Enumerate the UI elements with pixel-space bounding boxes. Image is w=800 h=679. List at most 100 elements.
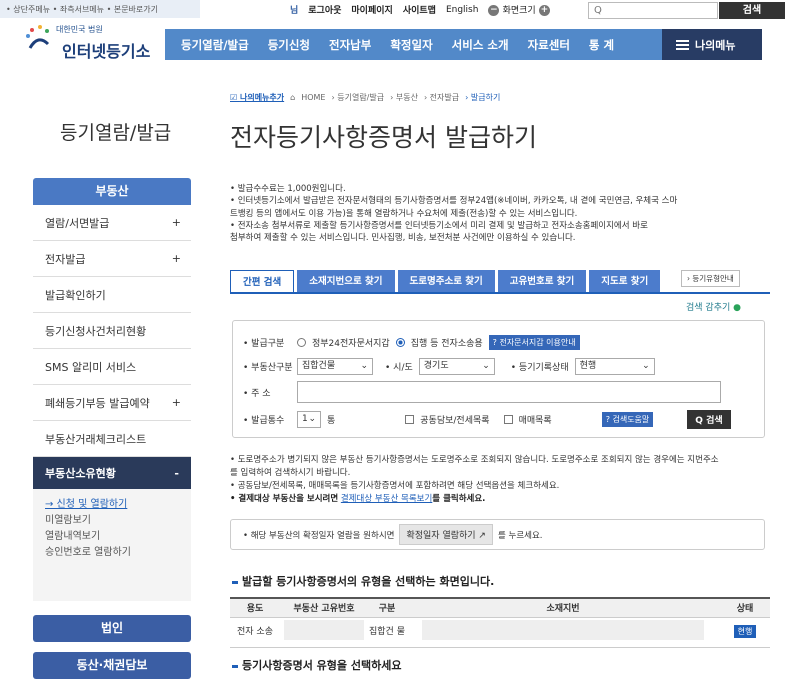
radio-gov24-label: 정부24전자문서지갑: [312, 339, 390, 349]
side-item-e-issue[interactable]: 전자발급 +: [33, 241, 191, 277]
wallet-guide-button[interactable]: ? 전자문서지갑 이용안내: [488, 335, 580, 350]
address-row: • 주 소: [243, 381, 721, 403]
payment-list-link[interactable]: 결제대상 부동산 목록보기: [341, 494, 432, 504]
side-item-view-issue[interactable]: 열람/서면발급 +: [33, 205, 191, 241]
tab-lot-number[interactable]: 소재지번으로 찾기: [297, 270, 395, 293]
address-input[interactable]: [297, 381, 721, 403]
breadcrumb-real-estate[interactable]: › 부동산: [390, 92, 418, 103]
chevron-down-icon: ⌄: [308, 414, 316, 424]
status-badge[interactable]: 현행: [733, 625, 757, 638]
side-head-real-estate[interactable]: 부동산: [33, 178, 191, 205]
joint-collateral-checkbox[interactable]: [405, 415, 415, 424]
radio-e-litigation[interactable]: [395, 338, 405, 347]
side-button-corporation[interactable]: 법인: [33, 615, 191, 642]
notice-list-2: • 도로명주소가 병기되지 않은 부동산 등기사항증명서는 도로명주소로 조회되…: [230, 454, 770, 506]
joint-collateral-label: 공동담보/전세목록: [420, 416, 490, 426]
notice-item: 트뱅킹 등의 앱에서도 이용 가능)을 통해 열람하거나 수요처에 제출(전송)…: [230, 208, 578, 219]
side-sub-list: → 신청 및 열람하기 미열람보기 열람내역보기 승인번호로 열람하기: [33, 489, 191, 601]
sido-select[interactable]: 경기도 ⌄: [418, 358, 495, 375]
cell-unique-number: [280, 617, 368, 648]
count-unit: 통: [327, 416, 336, 426]
search-help-button[interactable]: ? 검색도움말: [601, 412, 654, 427]
record-status-select[interactable]: 현행 ⌄: [574, 358, 655, 375]
section-title: 발급할 등기사항증명서의 유형을 선택하는 화면입니다.: [232, 573, 494, 589]
nav-item-payment[interactable]: 전자납부: [329, 37, 371, 53]
collapse-circle-icon: ●: [733, 303, 741, 313]
breadcrumb-view-issue[interactable]: › 등기열람/발급: [332, 92, 385, 103]
col-status: 상태: [720, 597, 770, 618]
side-item-status[interactable]: 등기신청사건처리현황: [33, 313, 191, 349]
side-item-ownership[interactable]: 부동산소유현황 -: [33, 457, 191, 489]
breadcrumb-current: › 발급하기: [465, 93, 501, 102]
radio-gov24[interactable]: [297, 338, 306, 347]
sale-list-checkbox[interactable]: [503, 415, 513, 424]
tab-road-address[interactable]: 도로명주소로 찾기: [397, 270, 495, 293]
tab-unique-number[interactable]: 고유번호로 찾기: [497, 270, 587, 293]
logout-link[interactable]: 로그아웃: [308, 3, 341, 16]
filter-row: • 부동산구분 집합건물 ⌄ • 시/도 경기도 ⌄ • 등기기록상태 현행 ⌄: [243, 358, 655, 375]
cell-type: 집합건 물: [368, 617, 406, 648]
sub-item-history[interactable]: 열람내역보기: [45, 529, 179, 545]
search-input[interactable]: Q: [588, 2, 718, 19]
skip-links[interactable]: • 상단주메뉴 • 좌측서브메뉴 • 본문바로가기: [0, 0, 200, 18]
notice-item: • 인터넷등기소에서 발급받은 전자문서형태의 등기사항증명서를 정부24앱(※…: [230, 196, 678, 207]
nav-item-view-issue[interactable]: 등기열람/발급: [181, 37, 249, 53]
sub-item-unread[interactable]: 미열람보기: [45, 513, 179, 529]
fixed-date-button[interactable]: 확정일자 열람하기 ↗: [399, 524, 493, 545]
zoom-minus-icon[interactable]: −: [488, 5, 500, 16]
sitemap-link[interactable]: 사이트맵: [403, 3, 436, 16]
notice-item: • 도로명주소가 병기되지 않은 부동산 등기사항증명서는 도로명주소로 조회되…: [230, 455, 719, 465]
nav-item-stats[interactable]: 통 계: [589, 37, 614, 53]
form-search-button[interactable]: Q 검색: [687, 410, 731, 429]
my-menu-button[interactable]: 나의메뉴: [662, 29, 762, 60]
notice-item: • 공동담보/전세목록, 매매목록을 등기사항증명서에 포함하려면 해당 선택옵…: [230, 481, 560, 491]
side-item-checklist[interactable]: 부동산거래체크리스트: [33, 421, 191, 457]
zoom-plus-icon[interactable]: +: [538, 5, 550, 16]
home-icon: ⌂: [290, 93, 296, 102]
search-toggle[interactable]: 검색 감추기 ●: [686, 300, 741, 313]
mypage-link[interactable]: 마이페이지: [351, 3, 392, 16]
expand-icon: +: [171, 216, 181, 229]
tab-map[interactable]: 지도로 찾기: [589, 270, 661, 293]
sub-item-approval[interactable]: 승인번호로 열람하기: [45, 545, 179, 561]
tab-simple-search[interactable]: 간편 검색: [230, 270, 295, 293]
side-item-verify[interactable]: 발급확인하기: [33, 277, 191, 313]
zoom-label: 화면크기: [502, 6, 536, 16]
nav-item-fixed-date[interactable]: 확정일자: [390, 37, 432, 53]
logo-title[interactable]: 인터넷등기소: [62, 38, 150, 62]
property-type-select[interactable]: 집합건물 ⌄: [297, 358, 373, 375]
notice-item: • 전자소송 첨부서류로 제출할 등기사항증명서를 인터넷등기소에서 미리 결제…: [230, 220, 648, 231]
property-type-label: • 부동산구분: [243, 363, 293, 373]
search-button[interactable]: 검색: [719, 2, 785, 19]
count-label: • 발급통수: [243, 416, 285, 426]
court-logo-icon[interactable]: [22, 22, 54, 54]
address-label: • 주 소: [243, 388, 271, 399]
table-row[interactable]: 전자 소송 집합건 물 현행: [230, 617, 770, 648]
col-unique-number: 부동산 고유번호: [280, 597, 368, 618]
notice-item: • 결제대상 부동산을 보시려면 결제대상 부동산 목록보기를 클릭하세요.: [230, 494, 486, 504]
side-item-sms[interactable]: SMS 알리미 서비스: [33, 349, 191, 385]
nav-item-resources[interactable]: 자료센터: [528, 37, 570, 53]
page-title: 전자등기사항증명서 발급하기: [230, 123, 537, 152]
tab-divider: [230, 292, 770, 294]
col-address: 소재지번: [406, 597, 720, 618]
notice-list: • 발급수수료는 1,000원입니다. • 인터넷등기소에서 발급받은 전자문서…: [230, 183, 770, 244]
breadcrumb-e-issue[interactable]: › 전자발급: [424, 92, 459, 103]
section-title-2: 등기사항증명서 유형을 선택하세요: [232, 657, 401, 673]
zoom-control: − 화면크기 +: [488, 3, 550, 16]
count-select[interactable]: 1 ⌄: [297, 411, 321, 428]
add-my-menu-link[interactable]: ☑ 나의메뉴추가: [230, 92, 284, 103]
menu-icon: [676, 39, 689, 50]
sub-item-apply-view[interactable]: → 신청 및 열람하기: [45, 497, 179, 513]
utility-bar: 님 로그아웃 마이페이지 사이트맵 English − 화면크기 +: [290, 3, 550, 16]
registration-type-guide-button[interactable]: › 등기유형안내: [681, 270, 740, 287]
breadcrumb-home[interactable]: HOME: [301, 93, 325, 102]
notice-item: 를 입력하여 검색하시기 바랍니다.: [230, 468, 351, 478]
nav-item-service[interactable]: 서비스 소개: [452, 37, 509, 53]
notice-item: • 발급수수료는 1,000원입니다.: [230, 184, 346, 194]
side-title: 등기열람/발급: [60, 122, 172, 144]
nav-item-apply[interactable]: 등기신청: [268, 37, 310, 53]
english-link[interactable]: English: [446, 5, 479, 15]
side-item-closed-reservation[interactable]: 폐쇄등기부등 발급예약 +: [33, 385, 191, 421]
fixed-date-info: • 해당 부동산의 확정일자 열람을 원하시면 확정일자 열람하기 ↗ 를 누르…: [230, 519, 765, 550]
